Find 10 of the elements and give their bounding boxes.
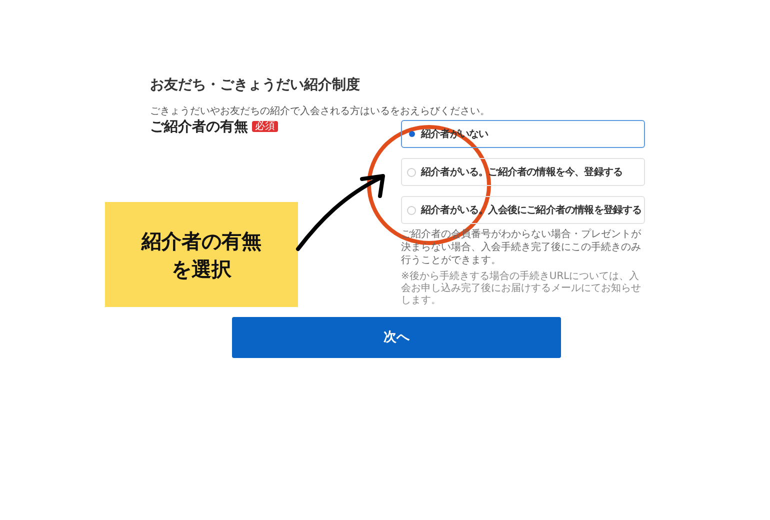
option-label: 紹介者がいる。ご紹介者の情報を今、登録する: [421, 166, 623, 180]
description: ごきょうだいやお友だちの紹介で入会される方はいるをおえらびください。: [150, 106, 491, 118]
required-badge: 必須: [252, 121, 278, 132]
radio-option[interactable]: 紹介者がいる。ご紹介者の情報を今、登録する: [401, 158, 645, 186]
next-button[interactable]: 次へ: [232, 317, 561, 358]
field-label: ご紹介者の有無: [150, 118, 248, 136]
callout-text: を選択: [172, 256, 232, 282]
callout-text: 紹介者の有無: [142, 228, 262, 254]
note-text: ※後から手続きする場合の手続きURLについては、入会お申し込み完了後にお届けするメールにてお知らせします。: [401, 271, 642, 307]
page-title: お友だち・ごきょうだい紹介制度: [150, 76, 361, 94]
